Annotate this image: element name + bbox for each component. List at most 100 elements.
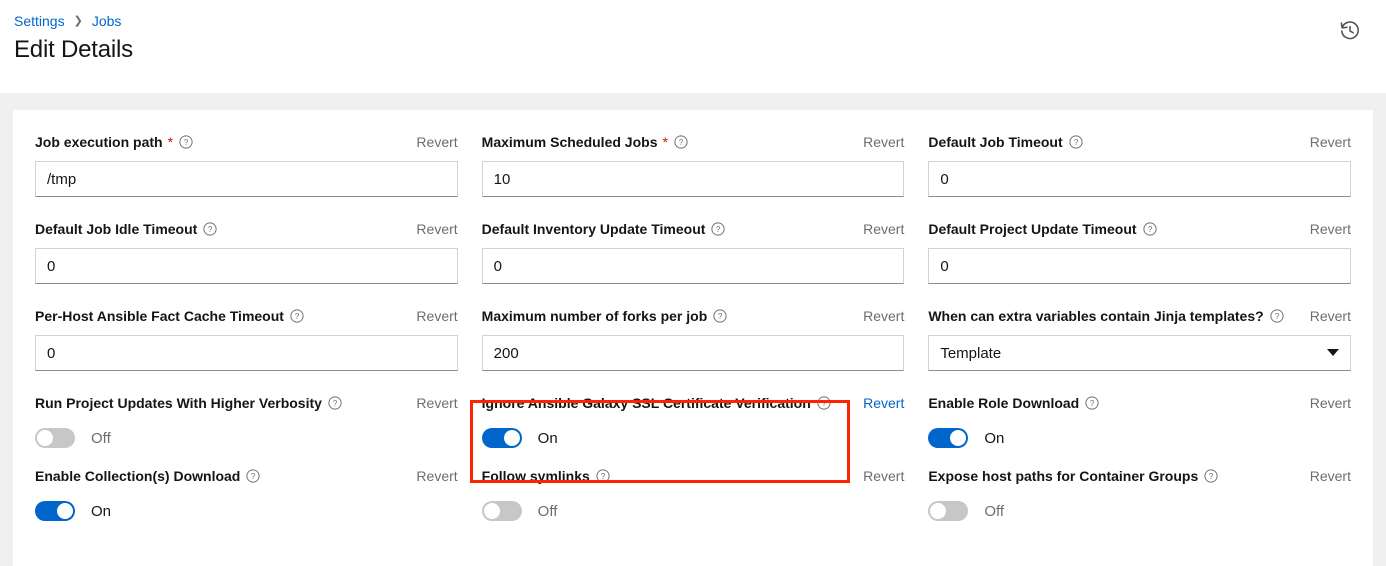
toggle-row: Off [35, 422, 458, 454]
toggle-state-label: Off [91, 430, 111, 447]
revert-link[interactable]: Revert [1300, 134, 1351, 150]
help-circle-icon[interactable]: ? [1069, 135, 1083, 149]
maximum-number-of-forks-per-job-input[interactable] [482, 335, 905, 371]
settings-jobs-edit-page: Settings ❯ Jobs Edit Details Job executi… [0, 0, 1386, 566]
field-header: Enable Collection(s) Download ? Revert [35, 466, 458, 486]
field-label: Job execution path [35, 134, 163, 150]
breadcrumb-item-settings[interactable]: Settings [14, 13, 65, 29]
field-extra-variables-jinja-templates: When can extra variables contain Jinja t… [928, 306, 1351, 393]
help-circle-icon[interactable]: ? [1204, 469, 1218, 483]
svg-text:?: ? [1147, 225, 1152, 234]
field-enable-collections-download: Enable Collection(s) Download ? Revert O… [35, 466, 458, 539]
per-host-ansible-fact-cache-timeout-input[interactable] [35, 335, 458, 371]
help-circle-icon-svg: ? [596, 469, 610, 483]
revert-link[interactable]: Revert [853, 134, 904, 150]
ignore-ansible-galaxy-ssl-certificate-verification-toggle[interactable] [482, 428, 522, 448]
run-project-updates-with-higher-verbosity-toggle[interactable] [35, 428, 75, 448]
field-label: Enable Collection(s) Download [35, 468, 240, 484]
revert-link[interactable]: Revert [853, 221, 904, 237]
help-circle-icon[interactable]: ? [246, 469, 260, 483]
help-circle-icon[interactable]: ? [596, 469, 610, 483]
svg-text:?: ? [1073, 138, 1078, 147]
revert-link[interactable]: Revert [853, 468, 904, 484]
help-circle-icon[interactable]: ? [290, 309, 304, 323]
toggle-state-label: Off [538, 503, 558, 520]
svg-text:?: ? [822, 399, 827, 408]
required-marker: * [662, 135, 667, 149]
svg-text:?: ? [333, 399, 338, 408]
page-header: Settings ❯ Jobs Edit Details [0, 0, 1386, 93]
help-circle-icon-svg: ? [674, 135, 688, 149]
help-circle-icon[interactable]: ? [203, 222, 217, 236]
field-label: Run Project Updates With Higher Verbosit… [35, 395, 322, 411]
field-header: Ignore Ansible Galaxy SSL Certificate Ve… [482, 393, 905, 413]
breadcrumb-separator-icon: ❯ [74, 16, 83, 27]
field-enable-role-download: Enable Role Download ? Revert On [928, 393, 1351, 466]
revert-link[interactable]: Revert [1300, 308, 1351, 324]
svg-text:?: ? [251, 472, 256, 481]
svg-text:?: ? [1209, 472, 1214, 481]
breadcrumb: Settings ❯ Jobs [14, 10, 1366, 30]
help-circle-icon-svg: ? [711, 222, 725, 236]
help-circle-icon[interactable]: ? [817, 396, 831, 410]
required-marker: * [168, 135, 173, 149]
revert-link[interactable]: Revert [1300, 221, 1351, 237]
toggle-row: Off [482, 495, 905, 527]
field-label: Enable Role Download [928, 395, 1079, 411]
toggle-row: On [35, 495, 458, 527]
extra-variables-jinja-templates-value[interactable] [928, 335, 1351, 371]
help-circle-icon[interactable]: ? [179, 135, 193, 149]
revert-link[interactable]: Revert [1300, 395, 1351, 411]
enable-collections-download-toggle[interactable] [35, 501, 75, 521]
revert-link[interactable]: Revert [406, 468, 457, 484]
settings-card: Job execution path * ? Revert Maximum Sc… [13, 110, 1373, 566]
svg-text:?: ? [208, 225, 213, 234]
field-header: Maximum number of forks per job ? Revert [482, 306, 905, 326]
field-run-project-updates-with-higher-verbosity: Run Project Updates With Higher Verbosit… [35, 393, 458, 466]
help-circle-icon[interactable]: ? [1085, 396, 1099, 410]
help-circle-icon-svg: ? [179, 135, 193, 149]
revert-link[interactable]: Revert [406, 221, 457, 237]
default-project-update-timeout-input[interactable] [928, 248, 1351, 284]
history-revert-icon[interactable] [1337, 18, 1363, 44]
field-header: Job execution path * ? Revert [35, 132, 458, 152]
enable-role-download-toggle[interactable] [928, 428, 968, 448]
breadcrumb-item-jobs[interactable]: Jobs [92, 13, 122, 29]
field-expose-host-paths-for-container-groups: Expose host paths for Container Groups ?… [928, 466, 1351, 539]
expose-host-paths-for-container-groups-toggle[interactable] [928, 501, 968, 521]
toggle-knob [930, 503, 946, 519]
field-label: Maximum Scheduled Jobs [482, 134, 658, 150]
revert-link[interactable]: Revert [406, 308, 457, 324]
toggle-row: Off [928, 495, 1351, 527]
revert-link[interactable]: Revert [406, 134, 457, 150]
default-job-idle-timeout-input[interactable] [35, 248, 458, 284]
help-circle-icon-svg: ? [246, 469, 260, 483]
toggle-row: On [928, 422, 1351, 454]
help-circle-icon[interactable]: ? [1143, 222, 1157, 236]
revert-link[interactable]: Revert [853, 395, 904, 411]
job-execution-path-input[interactable] [35, 161, 458, 197]
maximum-scheduled-jobs-input[interactable] [482, 161, 905, 197]
follow-symlinks-toggle[interactable] [482, 501, 522, 521]
toggle-state-label: On [984, 430, 1004, 447]
default-job-timeout-input[interactable] [928, 161, 1351, 197]
field-header: Run Project Updates With Higher Verbosit… [35, 393, 458, 413]
field-default-project-update-timeout: Default Project Update Timeout ? Revert [928, 219, 1351, 306]
revert-link[interactable]: Revert [406, 395, 457, 411]
field-header: Per-Host Ansible Fact Cache Timeout ? Re… [35, 306, 458, 326]
help-circle-icon[interactable]: ? [328, 396, 342, 410]
field-follow-symlinks: Follow symlinks ? Revert Off [482, 466, 905, 539]
help-circle-icon[interactable]: ? [711, 222, 725, 236]
page-title: Edit Details [14, 36, 1366, 64]
help-circle-icon[interactable]: ? [713, 309, 727, 323]
help-circle-icon-svg: ? [1069, 135, 1083, 149]
field-label: Ignore Ansible Galaxy SSL Certificate Ve… [482, 395, 811, 411]
svg-text:?: ? [1274, 312, 1279, 321]
revert-link[interactable]: Revert [1300, 468, 1351, 484]
toggle-state-label: On [91, 503, 111, 520]
help-circle-icon[interactable]: ? [1270, 309, 1284, 323]
extra-variables-jinja-templates-select[interactable] [928, 335, 1351, 371]
default-inventory-update-timeout-input[interactable] [482, 248, 905, 284]
revert-link[interactable]: Revert [853, 308, 904, 324]
help-circle-icon[interactable]: ? [674, 135, 688, 149]
